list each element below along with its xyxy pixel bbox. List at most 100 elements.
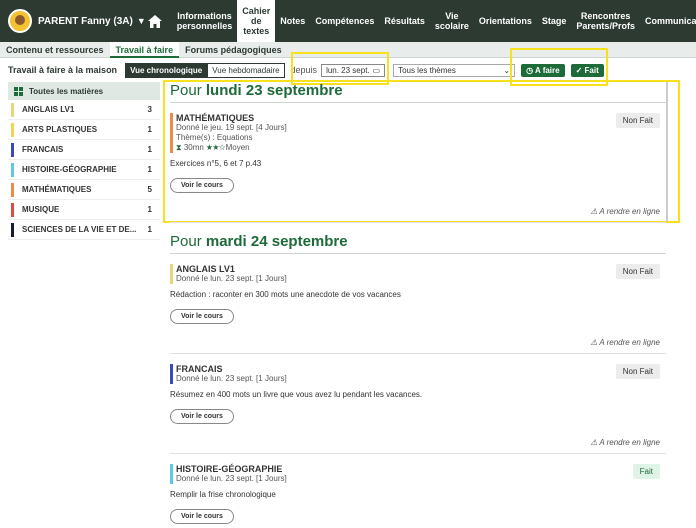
subject-color-bar	[170, 264, 173, 284]
view-switch: Vue chronologique Vue hebdomadaire	[125, 62, 285, 78]
online-submission: ⚠ A rendre en ligne	[170, 338, 666, 353]
tab-0[interactable]: Contenu et ressources	[0, 42, 110, 58]
homework-card: ANGLAIS LV1 Donné le lun. 23 sept. [1 Jou…	[170, 254, 666, 354]
sidebar-item-count: 3	[147, 105, 152, 114]
subject-name: HISTOIRE-GÉOGRAPHIE	[176, 464, 283, 474]
view-chronological-button[interactable]: Vue chronologique	[125, 62, 208, 78]
avatar	[8, 9, 32, 33]
view-course-button[interactable]: Voir le cours	[170, 309, 234, 324]
menu-item-1[interactable]: Cahier de textes	[237, 0, 276, 42]
online-submission: ⚠ A rendre en ligne	[170, 207, 666, 222]
sidebar-item-subject[interactable]: ANGLAIS LV1 3	[8, 100, 160, 120]
status-badge[interactable]: Non Fait	[615, 264, 660, 279]
sidebar-item-all-subjects[interactable]: Toutes les matières	[8, 82, 160, 100]
task-header: MATHÉMATIQUES Donné le jeu. 19 sept. [4 J…	[170, 113, 666, 153]
sidebar-item-count: 5	[147, 185, 152, 194]
sidebar-item-label: ARTS PLASTIQUES	[22, 125, 98, 134]
menu-item-7[interactable]: Stage	[537, 0, 572, 42]
toolbar-title: Travail à faire à la maison	[8, 65, 118, 75]
subject-name: FRANCAIS	[176, 364, 223, 374]
difficulty-stars-icon: ★★☆	[203, 143, 226, 152]
view-weekly-button[interactable]: Vue hebdomadaire	[207, 62, 285, 78]
task-header: ANGLAIS LV1 Donné le lun. 23 sept. [1 Jou…	[170, 264, 666, 284]
status-badge[interactable]: Fait	[632, 464, 660, 479]
user-name: PARENT Fanny (3A)	[38, 15, 133, 27]
homework-card: MATHÉMATIQUES Donné le jeu. 19 sept. [4 J…	[170, 103, 666, 223]
view-course-button[interactable]: Voir le cours	[170, 509, 234, 524]
status-badge[interactable]: Non Fait	[615, 364, 660, 379]
sidebar-item-subject[interactable]: MATHÉMATIQUES 5	[8, 180, 160, 200]
day-title-prefix: Pour	[170, 233, 206, 250]
subject-color-bar	[11, 103, 14, 117]
online-label: A rendre en ligne	[599, 338, 660, 347]
subject-color-bar	[11, 143, 14, 157]
warning-icon: ⚠	[590, 338, 600, 347]
theme-select[interactable]: Tous les thèmes ⌄	[393, 63, 516, 77]
homework-card: HISTOIRE-GÉOGRAPHIE Donné le lun. 23 sept…	[170, 454, 666, 524]
sidebar-item-count: 1	[147, 225, 152, 234]
subject-name: ANGLAIS LV1	[176, 264, 235, 274]
subject-color-bar	[11, 163, 14, 177]
given-date: Donné le jeu. 19 sept. [4 Jours]	[176, 123, 287, 132]
scrollbar[interactable]	[666, 82, 668, 222]
sidebar-item-label: Toutes les matières	[29, 86, 104, 96]
menu-item-8[interactable]: Rencontres Parents/Profs	[571, 0, 640, 42]
sidebar-item-subject[interactable]: ARTS PLASTIQUES 1	[8, 120, 160, 140]
subject-color-bar	[11, 223, 14, 237]
hourglass-icon: ⧗	[176, 143, 184, 152]
user-switcher[interactable]: PARENT Fanny (3A) ▼	[0, 9, 146, 33]
menu-item-9[interactable]: Communication	[640, 0, 696, 42]
given-date: Donné le lun. 23 sept. [1 Jours]	[176, 474, 287, 483]
view-course-button[interactable]: Voir le cours	[170, 178, 234, 193]
online-submission: ⚠ A rendre en ligne	[170, 438, 666, 453]
sidebar-item-count: 1	[147, 165, 152, 174]
status-badge[interactable]: Non Fait	[615, 113, 660, 128]
sidebar-item-subject[interactable]: FRANCAIS 1	[8, 140, 160, 160]
subject-color-bar	[11, 203, 14, 217]
online-label: A rendre en ligne	[599, 207, 660, 216]
warning-icon: ⚠	[590, 207, 600, 216]
chevron-down-icon: ▼	[136, 16, 146, 26]
duration-value: 30mn	[183, 143, 204, 152]
menu-item-0[interactable]: Informations personnelles	[172, 0, 238, 42]
menu-item-6[interactable]: Orientations	[474, 0, 537, 42]
task-description: Exercices n°5, 6 et 7 p.43	[170, 159, 262, 168]
menu-item-3[interactable]: Compétences	[310, 0, 379, 42]
tab-1[interactable]: Travail à faire	[109, 41, 180, 58]
subject-color-bar	[170, 464, 173, 484]
subject-color-bar	[11, 183, 14, 197]
sidebar-item-label: SCIENCES DE LA VIE ET DE...	[22, 225, 137, 234]
theme-value: Tous les thèmes	[398, 65, 456, 75]
menu-item-5[interactable]: Vie scolaire	[430, 0, 474, 42]
day-title-date: mardi 24 septembre	[205, 233, 348, 250]
main-menu: Informations personnelles Cahier de texte…	[172, 0, 696, 42]
view-course-button[interactable]: Voir le cours	[170, 409, 234, 424]
subject-color-bar	[170, 113, 173, 153]
online-label: A rendre en ligne	[599, 438, 660, 447]
task-header: HISTOIRE-GÉOGRAPHIE Donné le lun. 23 sept…	[170, 464, 666, 484]
task-header: FRANCAIS Donné le lun. 23 sept. [1 Jours]	[170, 364, 666, 384]
sidebar-item-count: 1	[147, 145, 152, 154]
sidebar-item-subject[interactable]: SCIENCES DE LA VIE ET DE... 1	[8, 220, 160, 240]
sidebar-item-count: 1	[147, 125, 152, 134]
homework-list: Pour lundi 23 septembre MATHÉMATIQUES Donn…	[170, 82, 666, 528]
tab-2[interactable]: Forums pédagogiques	[179, 42, 288, 58]
task-description: Remplir la frise chronologique	[170, 490, 276, 499]
menu-item-2[interactable]: Notes	[275, 0, 310, 42]
day-title: Pour mardi 24 septembre	[170, 233, 666, 251]
subject-color-bar	[170, 364, 173, 384]
menu-item-4[interactable]: Résultats	[379, 0, 430, 42]
home-icon[interactable]	[147, 11, 162, 31]
task-theme: Thème(s) : Equations	[176, 133, 253, 142]
task-description: Rédaction : raconter en 300 mots une ane…	[170, 290, 401, 299]
sidebar-item-label: MATHÉMATIQUES	[22, 185, 92, 194]
grid-icon	[14, 86, 23, 96]
difficulty-level: Moyen	[225, 143, 250, 152]
subject-sidebar: Toutes les matières ANGLAIS LV1 3 ARTS PLA…	[8, 82, 160, 240]
subject-name: MATHÉMATIQUES	[176, 113, 255, 123]
day-title-prefix: Pour	[170, 82, 206, 99]
day-title: Pour lundi 23 septembre	[170, 82, 666, 100]
sidebar-item-subject[interactable]: MUSIQUE 1	[8, 200, 160, 220]
given-date: Donné le lun. 23 sept. [1 Jours]	[176, 374, 287, 383]
sidebar-item-subject[interactable]: HISTOIRE-GÉOGRAPHIE 1	[8, 160, 160, 180]
